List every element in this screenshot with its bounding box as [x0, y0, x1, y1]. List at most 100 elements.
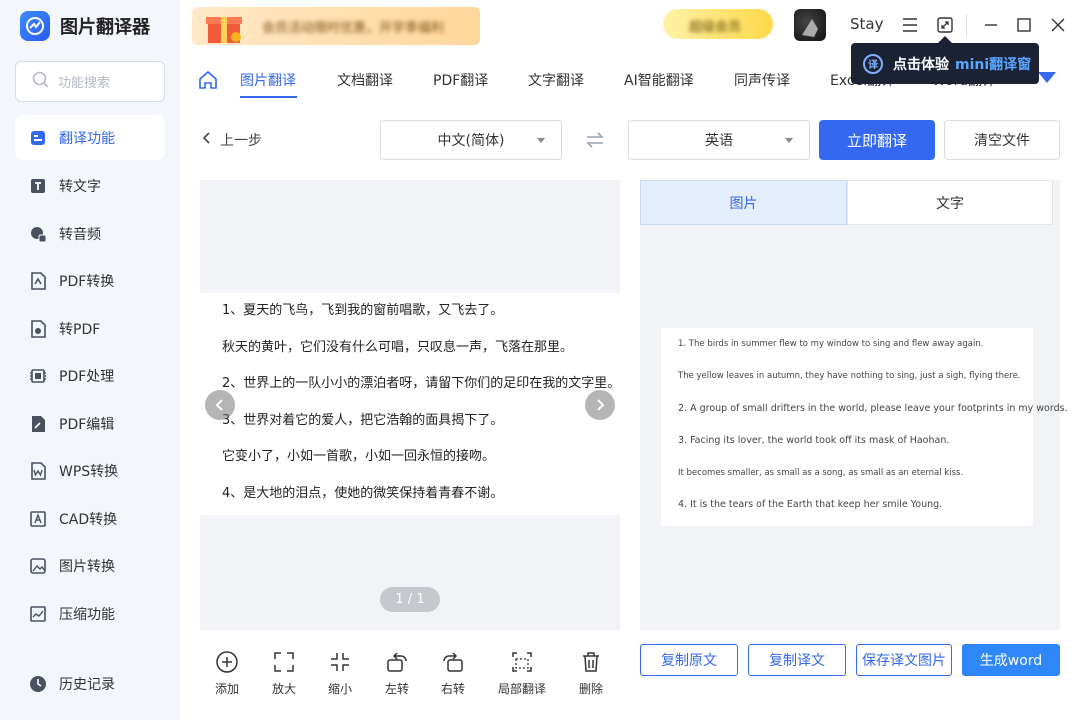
- translate-now-button[interactable]: 立即翻译: [819, 120, 935, 160]
- compress-icon: [29, 605, 47, 623]
- vip-button[interactable]: 超级会员: [663, 9, 773, 39]
- sidebar-item-pdf-convert[interactable]: PDF转换: [15, 258, 165, 306]
- tooltip-text: 点击体验: [893, 56, 949, 73]
- result-panel: 图片 文字 1. The birds in summer flew to my …: [640, 180, 1068, 630]
- avatar[interactable]: [794, 9, 826, 41]
- sidebar-item-pdf-edit[interactable]: PDF编辑: [15, 400, 165, 448]
- vip-text: 超级会员: [689, 20, 742, 35]
- sidebar-item-to-pdf[interactable]: 转PDF: [15, 305, 165, 353]
- sidebar-item-history[interactable]: 历史记录: [15, 660, 165, 708]
- banner-text: 会员活动限时优惠，开学季福利: [262, 21, 445, 36]
- pdf-process-icon: [29, 367, 47, 385]
- sidebar-item-translate[interactable]: 翻译功能: [15, 115, 165, 160]
- tab-simultaneous[interactable]: 同声传译: [734, 70, 790, 90]
- source-line: 3、世界对着它的爱人，把它浩翰的面具揭下了。: [222, 412, 504, 428]
- sidebar-item-compress[interactable]: 压缩功能: [15, 590, 165, 638]
- save-translated-image-button[interactable]: 保存译文图片: [856, 644, 952, 676]
- back-button[interactable]: 上一步: [200, 130, 262, 150]
- tab-text-translate[interactable]: 文字翻译: [528, 70, 584, 90]
- shrink-icon: [331, 653, 349, 671]
- copy-source-button[interactable]: 复制原文: [640, 644, 738, 676]
- source-line: 1、夏天的飞鸟，飞到我的窗前唱歌，又飞去了。: [222, 303, 504, 318]
- source-image: 1、夏天的飞鸟，飞到我的窗前唱歌，又飞去了。 秋天的黄叶，它们没有什么可唱，只叹…: [200, 293, 620, 515]
- translated-image: 1. The birds in summer flew to my window…: [661, 328, 1068, 526]
- sidebar-item-image-convert[interactable]: 图片转换: [15, 543, 165, 591]
- expand-icon: [274, 652, 294, 672]
- sidebar-item-to-audio[interactable]: 转音频: [15, 210, 165, 258]
- crop-select-icon: [512, 652, 532, 672]
- wps-icon: [29, 462, 47, 481]
- sidebar-item-to-text[interactable]: 转文字: [15, 163, 165, 211]
- tab-image-translate[interactable]: 图片翻译: [240, 70, 296, 90]
- source-line: 秋天的黄叶，它们没有什么可唱，只叹息一声，飞落在那里。: [222, 339, 574, 355]
- result-line: 4. It is the tears of the Earth that kee…: [678, 499, 943, 511]
- close-icon[interactable]: [1048, 15, 1068, 35]
- search-placeholder: 功能搜索: [58, 76, 111, 91]
- sidebar-item-pdf-process[interactable]: PDF处理: [15, 353, 165, 401]
- copy-translation-button[interactable]: 复制译文: [748, 644, 846, 676]
- username[interactable]: Stay: [850, 15, 883, 33]
- clock-icon: [29, 675, 47, 693]
- pdf-edit-icon: [29, 415, 47, 433]
- tab-result-text[interactable]: 文字: [847, 180, 1053, 225]
- zoom-out-button[interactable]: 缩小: [328, 650, 352, 697]
- clear-files-button[interactable]: 清空文件: [944, 120, 1060, 160]
- tab-result-image[interactable]: 图片: [640, 180, 847, 225]
- sidebar-item-wps-convert[interactable]: WPS转换: [15, 448, 165, 496]
- chevron-down-icon: [785, 138, 793, 143]
- maximize-icon[interactable]: [1014, 15, 1034, 35]
- source-line: 4、是大地的泪点，使她的微笑保持着青春不谢。: [222, 485, 504, 501]
- next-image-button[interactable]: [585, 390, 615, 420]
- minimize-icon[interactable]: [981, 15, 1001, 35]
- tab-ai-translate[interactable]: AI智能翻译: [624, 70, 694, 90]
- translate-badge-icon: 译: [863, 53, 883, 74]
- source-image-panel: 1、夏天的飞鸟，飞到我的窗前唱歌，又飞去了。 秋天的黄叶，它们没有什么可唱，只叹…: [200, 180, 620, 630]
- mini-window-icon[interactable]: [935, 15, 955, 35]
- add-button[interactable]: 添加: [215, 650, 239, 697]
- sidebar-item-cad-convert[interactable]: CAD转换: [15, 495, 165, 543]
- result-line: 3. Facing its lover, the world took off …: [678, 434, 950, 446]
- audio-icon: [29, 225, 47, 243]
- image-toolbar: 添加 放大 缩小 左转 右转 局部翻译 删除: [200, 650, 620, 705]
- gift-icon: [206, 17, 242, 43]
- tab-pdf-translate[interactable]: PDF翻译: [433, 70, 488, 90]
- sidebar-item-label: 压缩功能: [59, 606, 115, 623]
- search-icon: [32, 71, 50, 93]
- sidebar: 图片翻译器 功能搜索 翻译功能 转文字 转音频 PDF转换 转PDF PDF处理…: [0, 0, 180, 720]
- rotate-left-button[interactable]: 左转: [385, 650, 409, 697]
- sidebar-item-label: PDF处理: [59, 369, 115, 386]
- chevron-left-icon: [200, 131, 214, 149]
- app-title: 图片翻译器: [60, 17, 150, 38]
- target-language-select[interactable]: 英语: [628, 120, 810, 160]
- rotate-right-button[interactable]: 右转: [441, 650, 465, 697]
- back-label: 上一步: [220, 133, 262, 149]
- text-icon: [29, 177, 47, 195]
- sidebar-item-label: 转PDF: [59, 321, 101, 338]
- chevron-down-icon: [537, 138, 545, 143]
- swap-languages-icon[interactable]: [585, 131, 605, 153]
- prev-image-button[interactable]: [205, 390, 235, 420]
- delete-button[interactable]: 删除: [579, 650, 603, 697]
- target-language-value: 英语: [705, 133, 733, 149]
- mini-window-tooltip[interactable]: 译 点击体验 mini翻译窗: [851, 36, 1039, 84]
- sidebar-item-label: PDF编辑: [59, 416, 115, 433]
- generate-word-button[interactable]: 生成word: [962, 644, 1060, 676]
- search-input[interactable]: 功能搜索: [15, 61, 165, 102]
- source-language-value: 中文(简体): [437, 133, 505, 149]
- zoom-in-button[interactable]: 放大: [272, 650, 296, 697]
- sidebar-item-label: 翻译功能: [59, 130, 115, 147]
- tabs-more-icon[interactable]: [1038, 72, 1056, 83]
- history-label: 历史记录: [59, 677, 115, 693]
- partial-translate-button[interactable]: 局部翻译: [498, 650, 546, 697]
- rotate-left-icon: [387, 652, 407, 672]
- menu-icon[interactable]: [900, 15, 920, 35]
- home-icon[interactable]: [198, 70, 218, 94]
- translate-icon: [29, 129, 47, 147]
- sidebar-item-label: 转文字: [59, 179, 101, 196]
- result-line: The yellow leaves in autumn, they have n…: [678, 371, 1021, 382]
- promo-banner[interactable]: 会员活动限时优惠，开学季福利: [192, 7, 480, 45]
- source-language-select[interactable]: 中文(简体): [380, 120, 562, 160]
- tab-document-translate[interactable]: 文档翻译: [337, 70, 393, 90]
- add-icon: [216, 651, 238, 673]
- app-logo: 图片翻译器: [20, 10, 150, 42]
